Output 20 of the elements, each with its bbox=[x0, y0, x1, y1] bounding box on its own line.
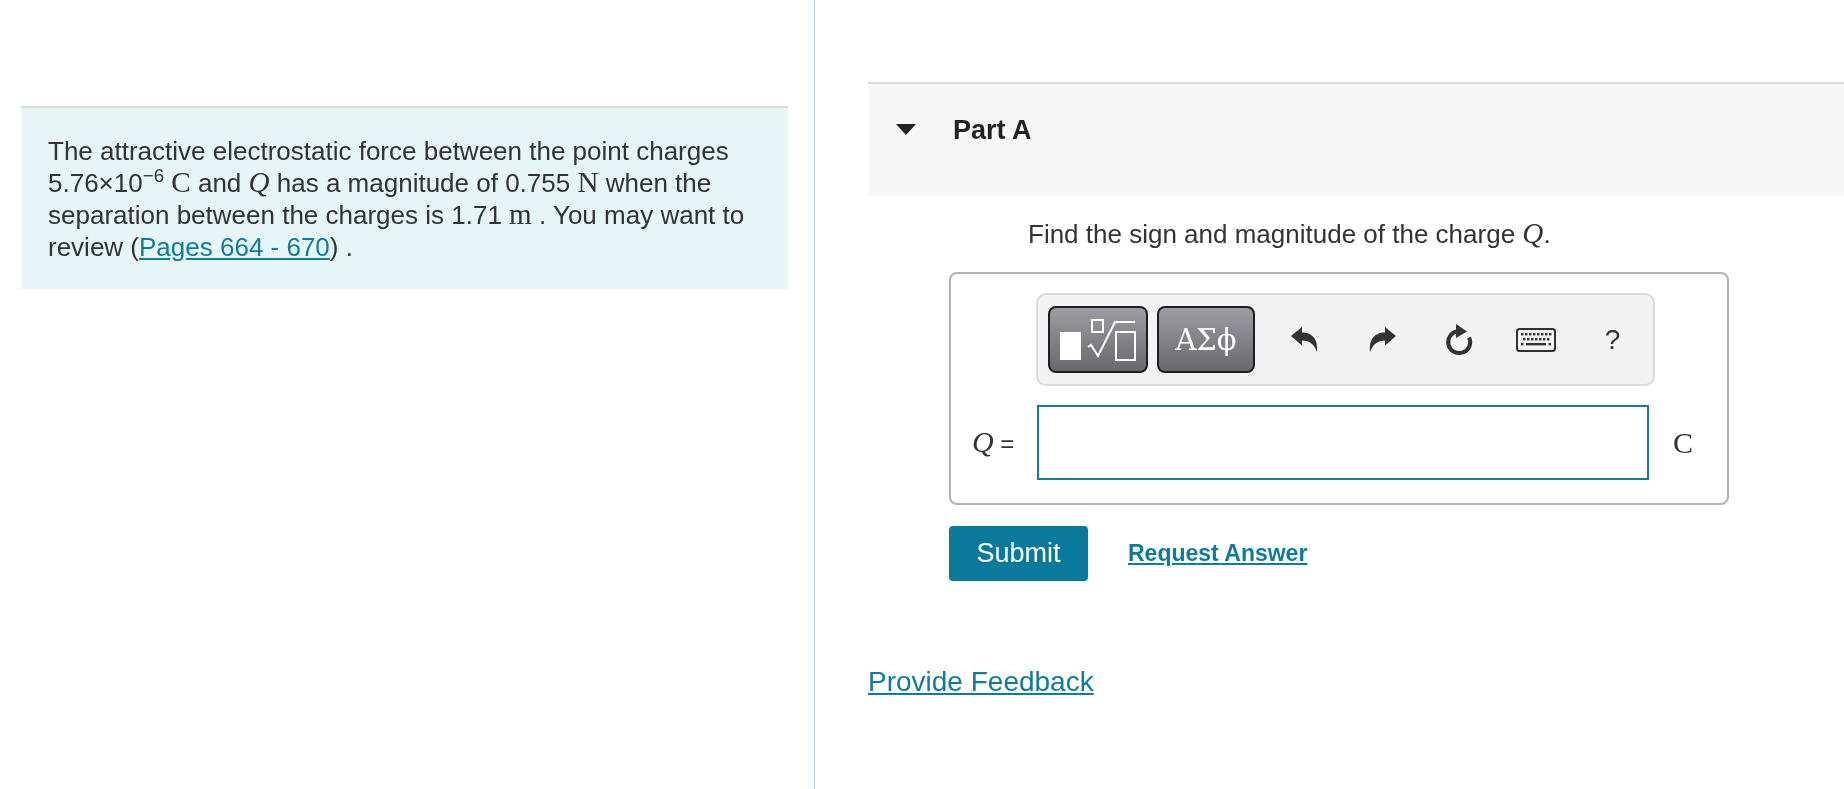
request-answer-link[interactable]: Request Answer bbox=[1128, 540, 1308, 567]
template-button[interactable] bbox=[1048, 306, 1148, 373]
part-header[interactable]: Part A bbox=[868, 82, 1844, 196]
symbols-button[interactable]: ΑΣϕ bbox=[1157, 306, 1255, 373]
feedback-link[interactable]: Provide Feedback bbox=[868, 666, 1094, 697]
keyboard-button[interactable] bbox=[1515, 327, 1556, 352]
pages-link[interactable]: Pages 664 - 670 bbox=[139, 232, 330, 262]
unit-label: C bbox=[1673, 425, 1693, 460]
answer-label: Q = bbox=[972, 427, 1015, 458]
help-button[interactable]: ? bbox=[1604, 324, 1621, 355]
keyboard-icon bbox=[1515, 327, 1556, 352]
problem-text: The attractive electrostatic force between the point charges 5.76×10$^{−6}$ C and Q has a magnitude of 0.755 N when the separation between the charges is 1.71 m . You may want to review (Pages 664 - 670) . bbox=[48, 135, 746, 263]
redo-icon bbox=[1367, 327, 1396, 352]
answer-input[interactable] bbox=[1037, 405, 1649, 480]
undo-icon bbox=[1290, 327, 1319, 352]
question-text: Find the sign and magnitude of the charge Q. bbox=[1028, 218, 1552, 250]
radical-template-icon bbox=[1060, 318, 1136, 361]
redo-button[interactable] bbox=[1367, 327, 1396, 352]
submit-button[interactable]: Submit bbox=[949, 526, 1088, 581]
undo-button[interactable] bbox=[1290, 327, 1319, 352]
